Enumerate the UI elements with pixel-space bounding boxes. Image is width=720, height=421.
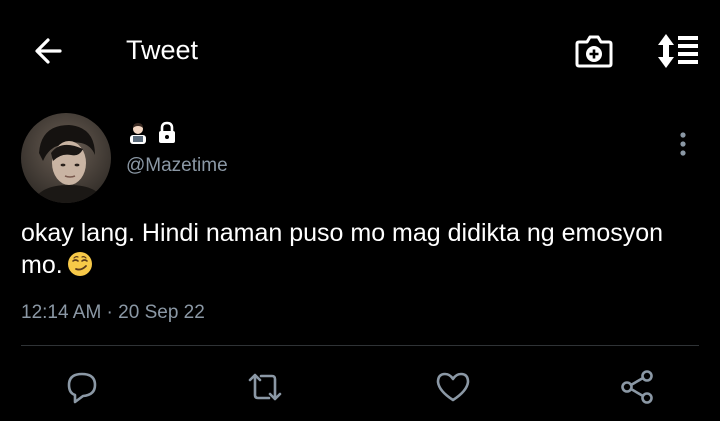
reply-button[interactable] bbox=[62, 367, 102, 407]
back-button[interactable] bbox=[30, 33, 66, 69]
reply-icon bbox=[67, 372, 97, 404]
more-vertical-icon bbox=[680, 132, 686, 156]
profile-photo bbox=[21, 113, 111, 203]
retweet-icon bbox=[248, 373, 282, 401]
avatar[interactable] bbox=[21, 113, 111, 203]
like-icon bbox=[436, 372, 470, 402]
author-handle[interactable]: @Mazetime bbox=[126, 154, 228, 178]
tweet-body: okay lang. Hindi naman puso mo mag didik… bbox=[21, 217, 691, 281]
lock-icon bbox=[159, 121, 175, 143]
tweet-timestamp: 12:14 AM · 20 Sep 22 bbox=[21, 302, 205, 323]
share-button[interactable] bbox=[618, 367, 658, 407]
like-button[interactable] bbox=[433, 367, 473, 407]
camera-plus-icon bbox=[575, 35, 613, 68]
camera-button[interactable] bbox=[574, 32, 614, 70]
man-technologist-emoji bbox=[130, 123, 146, 144]
sort-button[interactable] bbox=[654, 32, 700, 70]
share-icon bbox=[621, 370, 653, 404]
retweet-button[interactable] bbox=[245, 367, 285, 407]
top-bar: Tweet bbox=[0, 0, 720, 100]
smirking-face-emoji bbox=[67, 252, 92, 276]
page-title: Tweet bbox=[126, 35, 199, 65]
tweet-text: okay lang. Hindi naman puso mo mag didik… bbox=[21, 219, 664, 279]
more-options-button[interactable] bbox=[670, 130, 696, 158]
author-name-row[interactable] bbox=[126, 120, 178, 146]
sort-list-icon bbox=[658, 34, 698, 68]
divider bbox=[21, 345, 699, 346]
arrow-left-icon bbox=[35, 38, 62, 64]
